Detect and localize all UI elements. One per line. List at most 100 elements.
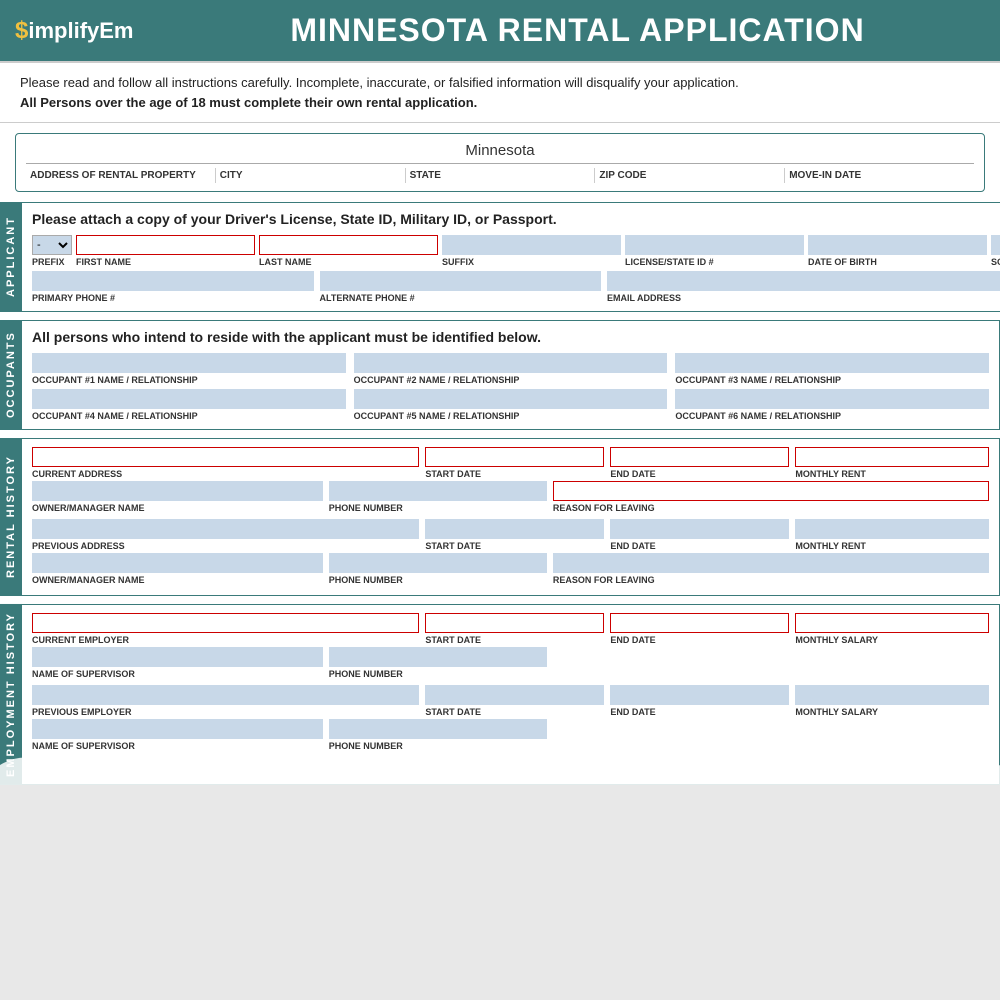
prev-rent-group: MONTHLY RENT: [795, 519, 989, 551]
current-owner-group: OWNER/MANAGER NAME: [32, 481, 323, 513]
lastname-input[interactable]: [259, 235, 438, 255]
previous-owner-row: OWNER/MANAGER NAME PHONE NUMBER REASON F…: [32, 553, 989, 585]
applicant-content: Please attach a copy of your Driver's Li…: [22, 202, 1000, 312]
current-end-input[interactable]: [610, 447, 789, 467]
prev-reason-input[interactable]: [553, 553, 989, 573]
prev-emp-start-group: START DATE: [425, 685, 604, 717]
prev-phone-input[interactable]: [329, 553, 547, 573]
suffix-input[interactable]: [442, 235, 621, 255]
license-input[interactable]: [625, 235, 804, 255]
license-group: LICENSE/STATE ID #: [625, 235, 804, 267]
current-reason-label: REASON FOR LEAVING: [553, 503, 989, 513]
occupant4-input[interactable]: [32, 389, 346, 409]
prev-rent-input[interactable]: [795, 519, 989, 539]
firstname-label: FIRST NAME: [76, 257, 255, 267]
primary-phone-input[interactable]: [32, 271, 314, 291]
license-label: LICENSE/STATE ID #: [625, 257, 804, 267]
property-state: Minnesota: [26, 142, 974, 159]
property-fields: ADDRESS OF RENTAL PROPERTY CITY STATE ZI…: [26, 163, 974, 183]
prev-emp-start-input[interactable]: [425, 685, 604, 705]
prev-reason-group: REASON FOR LEAVING: [553, 553, 989, 585]
occupant4-group: OCCUPANT #4 NAME / RELATIONSHIP: [32, 389, 346, 421]
main-title: MINNESOTA RENTAL APPLICATION: [290, 12, 864, 49]
occupant3-input[interactable]: [675, 353, 989, 373]
applicant-notice: Please attach a copy of your Driver's Li…: [32, 211, 1000, 227]
title-section: MINNESOTA RENTAL APPLICATION: [155, 0, 1000, 61]
prev-employer-group: PREVIOUS EMPLOYER: [32, 685, 419, 717]
email-input[interactable]: [607, 271, 1000, 291]
occupant3-group: OCCUPANT #3 NAME / RELATIONSHIP: [675, 353, 989, 385]
current-reason-group: REASON FOR LEAVING: [553, 481, 989, 513]
emp-phone-input[interactable]: [329, 647, 547, 667]
ssn-group: SOCIAL SECURITY #: [991, 235, 1000, 267]
prefix-select[interactable]: - Mr. Ms. Mrs.: [32, 235, 72, 255]
current-phone-input[interactable]: [329, 481, 547, 501]
current-start-input[interactable]: [425, 447, 604, 467]
current-employer-label: CURRENT EMPLOYER: [32, 635, 419, 645]
prev-owner-group: OWNER/MANAGER NAME: [32, 553, 323, 585]
prev-end-input[interactable]: [610, 519, 789, 539]
rental-history-side-label: RENTAL HISTORY: [0, 438, 22, 596]
prev-supervisor-input[interactable]: [32, 719, 323, 739]
property-field-state: STATE: [406, 168, 596, 183]
current-employer-row: CURRENT EMPLOYER START DATE END DATE MON…: [32, 613, 989, 645]
property-section: Minnesota ADDRESS OF RENTAL PROPERTY CIT…: [15, 133, 985, 192]
occupant1-label: OCCUPANT #1 NAME / RELATIONSHIP: [32, 375, 346, 385]
prev-owner-input[interactable]: [32, 553, 323, 573]
occupant5-input[interactable]: [354, 389, 668, 409]
current-rent-input[interactable]: [795, 447, 989, 467]
dob-input[interactable]: [808, 235, 987, 255]
prev-employer-input[interactable]: [32, 685, 419, 705]
emp-salary-input[interactable]: [795, 613, 989, 633]
occupant2-label: OCCUPANT #2 NAME / RELATIONSHIP: [354, 375, 668, 385]
current-start-group: START DATE: [425, 447, 604, 479]
occupant5-label: OCCUPANT #5 NAME / RELATIONSHIP: [354, 411, 668, 421]
current-address-input[interactable]: [32, 447, 419, 467]
prev-supervisor-label: NAME OF SUPERVISOR: [32, 741, 323, 751]
current-owner-input[interactable]: [32, 481, 323, 501]
prev-owner-label: OWNER/MANAGER NAME: [32, 575, 323, 585]
primary-phone-group: PRIMARY PHONE #: [32, 271, 314, 303]
email-label: EMAIL ADDRESS: [607, 293, 1000, 303]
occupant6-input[interactable]: [675, 389, 989, 409]
primary-phone-label: PRIMARY PHONE #: [32, 293, 314, 303]
property-field-movein: MOVE-IN DATE: [785, 168, 974, 183]
prev-emp-start-label: START DATE: [425, 707, 604, 717]
rental-history-section: RENTAL HISTORY CURRENT ADDRESS START DAT…: [0, 438, 1000, 596]
occupants-content: All persons who intend to reside with th…: [22, 320, 1000, 430]
emp-salary-group: MONTHLY SALARY: [795, 613, 989, 645]
prev-address-input[interactable]: [32, 519, 419, 539]
prev-start-input[interactable]: [425, 519, 604, 539]
prev-start-label: START DATE: [425, 541, 604, 551]
emp-start-input[interactable]: [425, 613, 604, 633]
alt-phone-input[interactable]: [320, 271, 602, 291]
current-phone-label: PHONE NUMBER: [329, 503, 547, 513]
current-employer-input[interactable]: [32, 613, 419, 633]
suffix-group: SUFFIX: [442, 235, 621, 267]
emp-end-input[interactable]: [610, 613, 789, 633]
current-rent-label: MONTHLY RENT: [795, 469, 989, 479]
prev-supervisor-row: NAME OF SUPERVISOR PHONE NUMBER: [32, 719, 989, 751]
occupant2-input[interactable]: [354, 353, 668, 373]
current-start-label: START DATE: [425, 469, 604, 479]
employment-content: CURRENT EMPLOYER START DATE END DATE MON…: [22, 604, 1000, 785]
firstname-group: FIRST NAME: [76, 235, 255, 267]
supervisor-input[interactable]: [32, 647, 323, 667]
lastname-group: LAST NAME: [259, 235, 438, 267]
current-phone-group: PHONE NUMBER: [329, 481, 547, 513]
prev-emp-end-input[interactable]: [610, 685, 789, 705]
ssn-input[interactable]: [991, 235, 1000, 255]
current-end-label: END DATE: [610, 469, 789, 479]
email-group: EMAIL ADDRESS: [607, 271, 1000, 303]
occupants-notice: All persons who intend to reside with th…: [32, 329, 989, 345]
current-owner-row: OWNER/MANAGER NAME PHONE NUMBER REASON F…: [32, 481, 989, 513]
current-reason-input[interactable]: [553, 481, 989, 501]
prefix-label: PREFIX: [32, 257, 72, 267]
instruction-line1: Please read and follow all instructions …: [20, 75, 739, 90]
prev-emp-salary-input[interactable]: [795, 685, 989, 705]
prev-emp-phone-input[interactable]: [329, 719, 547, 739]
firstname-input[interactable]: [76, 235, 255, 255]
occupant1-input[interactable]: [32, 353, 346, 373]
current-owner-label: OWNER/MANAGER NAME: [32, 503, 323, 513]
prev-emp-end-group: END DATE: [610, 685, 789, 717]
